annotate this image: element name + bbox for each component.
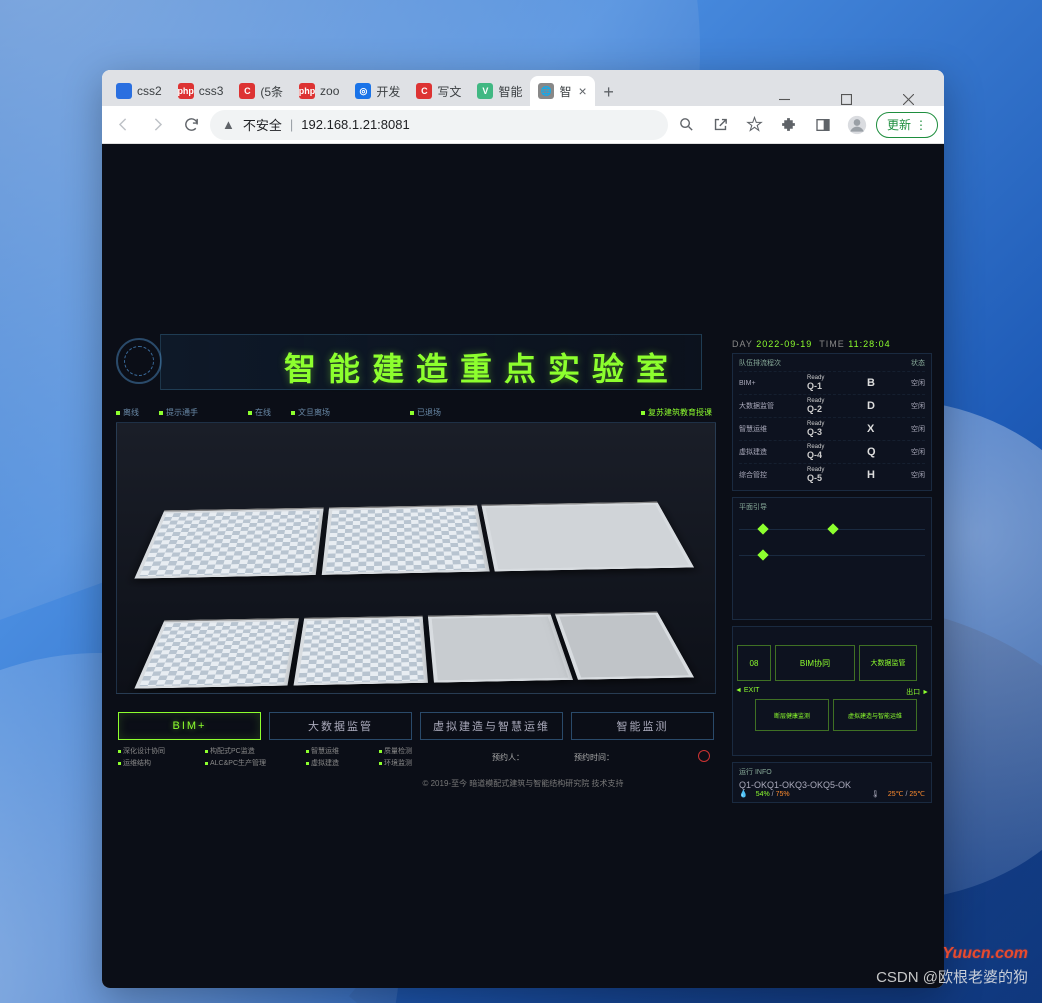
3d-floorplan[interactable] bbox=[116, 422, 716, 694]
insecure-label: 不安全 bbox=[243, 115, 282, 134]
exit-right-label: 出口 ► bbox=[906, 687, 929, 697]
reload-button[interactable] bbox=[176, 110, 206, 140]
humidity-icon: 💧 bbox=[739, 790, 748, 798]
timeline-card: 平面引导 bbox=[732, 497, 932, 620]
page-title: 智能建造重点实验室 bbox=[284, 344, 680, 390]
minimap-card[interactable]: 08 BIM协同 大数据监管 断层健康监测 虚拟建造与智能运维 ◄ EXIT 出… bbox=[732, 626, 932, 756]
minimize-button[interactable] bbox=[765, 85, 803, 113]
queue-row: 智慧运维ReadyQ-3X空闲 bbox=[739, 417, 925, 440]
nav-button-1[interactable]: 大数据监管 bbox=[269, 712, 412, 740]
tab-3[interactable]: phpzoo bbox=[291, 76, 347, 106]
forward-button[interactable] bbox=[142, 110, 172, 140]
bookmark-icon[interactable] bbox=[740, 110, 770, 140]
tab-7[interactable]: 🌐智× bbox=[530, 76, 594, 106]
watermark-yuucn: Yuucn.com bbox=[942, 945, 1028, 963]
tab-close-icon[interactable]: × bbox=[578, 83, 586, 99]
datetime: DAY 2022-09-19 TIME 11:28:04 bbox=[732, 339, 932, 349]
extensions-icon[interactable] bbox=[774, 110, 804, 140]
profile-icon[interactable] bbox=[842, 110, 872, 140]
watermark-csdn: CSDN @欧根老婆的狗 bbox=[876, 966, 1028, 987]
page-content: 智能建造重点实验室 离线 提示通手 在线 文旦离场 已退场 复苏建筑教育授课 B… bbox=[102, 144, 944, 988]
queue-row: 虚拟建造ReadyQ-4Q空闲 bbox=[739, 440, 925, 463]
record-indicator-icon bbox=[698, 750, 710, 762]
tab-6[interactable]: V智能 bbox=[469, 76, 530, 106]
zoom-icon[interactable] bbox=[672, 110, 702, 140]
booking-info: 预约人： 预约时间： bbox=[492, 752, 614, 763]
queue-card: 队伍排流程次状态 BIM+ReadyQ-1B空闲大数据监管ReadyQ-2D空闲… bbox=[732, 353, 932, 491]
new-tab-button[interactable]: + bbox=[595, 78, 623, 106]
nav-button-2[interactable]: 虚拟建造与智慧运维 bbox=[420, 712, 563, 740]
insecure-icon: ▲ bbox=[222, 117, 235, 132]
env-card: 运行 INFO Q1-OKQ1-OKQ3-OKQ5-OK 💧 54% / 75%… bbox=[732, 762, 932, 803]
right-panel: DAY 2022-09-19 TIME 11:28:04 队伍排流程次状态 BI… bbox=[732, 339, 932, 809]
tab-2[interactable]: C(5条 bbox=[231, 76, 291, 106]
tab-4[interactable]: ◎开发 bbox=[347, 76, 408, 106]
sub-category-labels: 深化设计协同运维结构构配式PC监造ALC&PC生产管理智慧运维虚拟建造质量检测环… bbox=[118, 746, 714, 768]
queue-row: 大数据监管ReadyQ-2D空闲 bbox=[739, 394, 925, 417]
maximize-button[interactable] bbox=[827, 85, 865, 113]
share-icon[interactable] bbox=[706, 110, 736, 140]
tab-1[interactable]: phpcss3 bbox=[170, 76, 232, 106]
nav-button-0[interactable]: BIM+ bbox=[118, 712, 261, 740]
url-text: 192.168.1.21:8081 bbox=[301, 117, 409, 132]
logo-badge bbox=[116, 338, 162, 384]
close-button[interactable] bbox=[889, 85, 927, 113]
back-button[interactable] bbox=[108, 110, 138, 140]
update-button[interactable]: 更新⋮ bbox=[876, 112, 938, 138]
window-controls bbox=[765, 85, 927, 113]
queue-row: 综合管控ReadyQ-5H空闲 bbox=[739, 463, 925, 486]
address-bar[interactable]: ▲ 不安全 | 192.168.1.21:8081 bbox=[210, 110, 668, 140]
thermometer-icon: 🌡 bbox=[871, 790, 880, 798]
exit-left-label: ◄ EXIT bbox=[735, 687, 759, 694]
queue-row: BIM+ReadyQ-1B空闲 bbox=[739, 371, 925, 394]
status-bar: 离线 提示通手 在线 文旦离场 已退场 复苏建筑教育授课 bbox=[116, 402, 712, 422]
bottom-nav: BIM+ 大数据监管虚拟建造与智慧运维智能监测 bbox=[118, 712, 714, 740]
browser-window: css2phpcss3C(5条phpzoo◎开发C写文V智能🌐智× + ▲ 不安… bbox=[102, 70, 944, 988]
side-panel-icon[interactable] bbox=[808, 110, 838, 140]
tab-5[interactable]: C写文 bbox=[408, 76, 469, 106]
tab-0[interactable]: css2 bbox=[108, 76, 170, 106]
nav-button-3[interactable]: 智能监测 bbox=[571, 712, 714, 740]
